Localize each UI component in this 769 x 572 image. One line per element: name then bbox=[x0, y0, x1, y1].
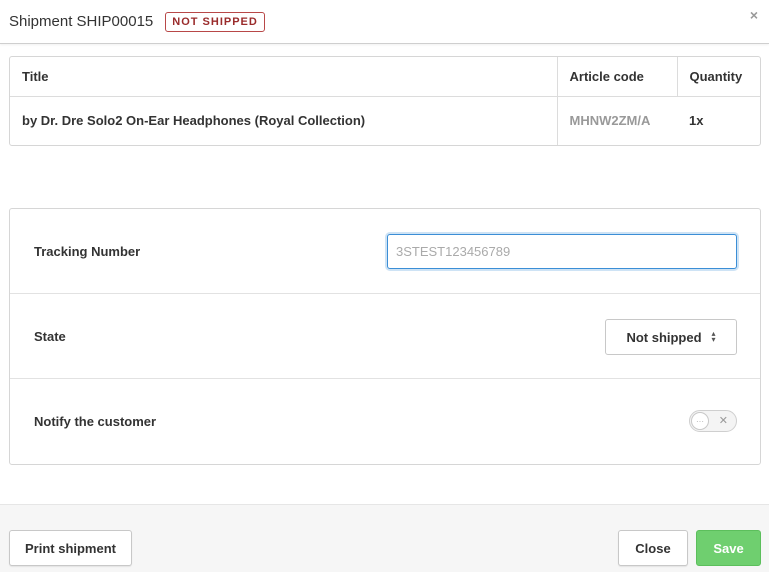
tracking-label: Tracking Number bbox=[34, 243, 141, 259]
modal-footer: Print shipment Close Save bbox=[0, 504, 769, 572]
modal-header: Shipment SHIP00015 NOT SHIPPED × bbox=[0, 0, 769, 44]
page-title: Shipment SHIP00015 bbox=[9, 13, 154, 30]
toggle-knob: ··· bbox=[691, 412, 709, 430]
item-article-code: MHNW2ZM/A bbox=[556, 96, 677, 145]
close-button[interactable]: Close bbox=[618, 530, 688, 566]
notify-customer-toggle[interactable]: ··· ✕ bbox=[689, 410, 737, 432]
column-header-article-code: Article code bbox=[556, 57, 677, 97]
state-label: State bbox=[34, 328, 66, 344]
table-header-row: Title Article code Quantity bbox=[10, 57, 760, 97]
save-button[interactable]: Save bbox=[696, 530, 761, 566]
select-arrows-icon: ▴ ▾ bbox=[711, 329, 716, 344]
state-row: State Not shipped ▴ ▾ bbox=[10, 294, 760, 379]
state-select[interactable]: Not shipped ▴ ▾ bbox=[605, 319, 737, 355]
state-select-value: Not shipped bbox=[626, 329, 702, 345]
column-header-title: Title bbox=[10, 57, 557, 97]
status-badge: NOT SHIPPED bbox=[165, 11, 265, 32]
item-quantity: 1x bbox=[689, 113, 704, 129]
shipment-form: Tracking Number State Not shipped ▴▾ Not… bbox=[9, 208, 761, 465]
tracking-number-input[interactable] bbox=[387, 234, 737, 269]
items-panel: Title Article code Quantity by Dr. Dre S… bbox=[9, 56, 761, 146]
tracking-row: Tracking Number bbox=[10, 209, 760, 294]
notify-label: Notify the customer bbox=[34, 414, 157, 429]
close-icon[interactable]: × bbox=[747, 8, 761, 22]
print-shipment-button[interactable]: Print shipment bbox=[9, 530, 132, 566]
column-header-quantity: Quantity bbox=[676, 57, 760, 97]
table-row: by Dr. Dre Solo2 On-Ear Headphones (Roya… bbox=[10, 96, 760, 145]
item-title: by Dr. Dre Solo2 On-Ear Headphones (Roya… bbox=[22, 113, 366, 129]
notify-row: Notify the customer ··· ✕ bbox=[10, 379, 760, 464]
toggle-off-icon: ✕ bbox=[718, 415, 728, 427]
items-table: Title Article code Quantity by Dr. Dre S… bbox=[10, 57, 760, 145]
